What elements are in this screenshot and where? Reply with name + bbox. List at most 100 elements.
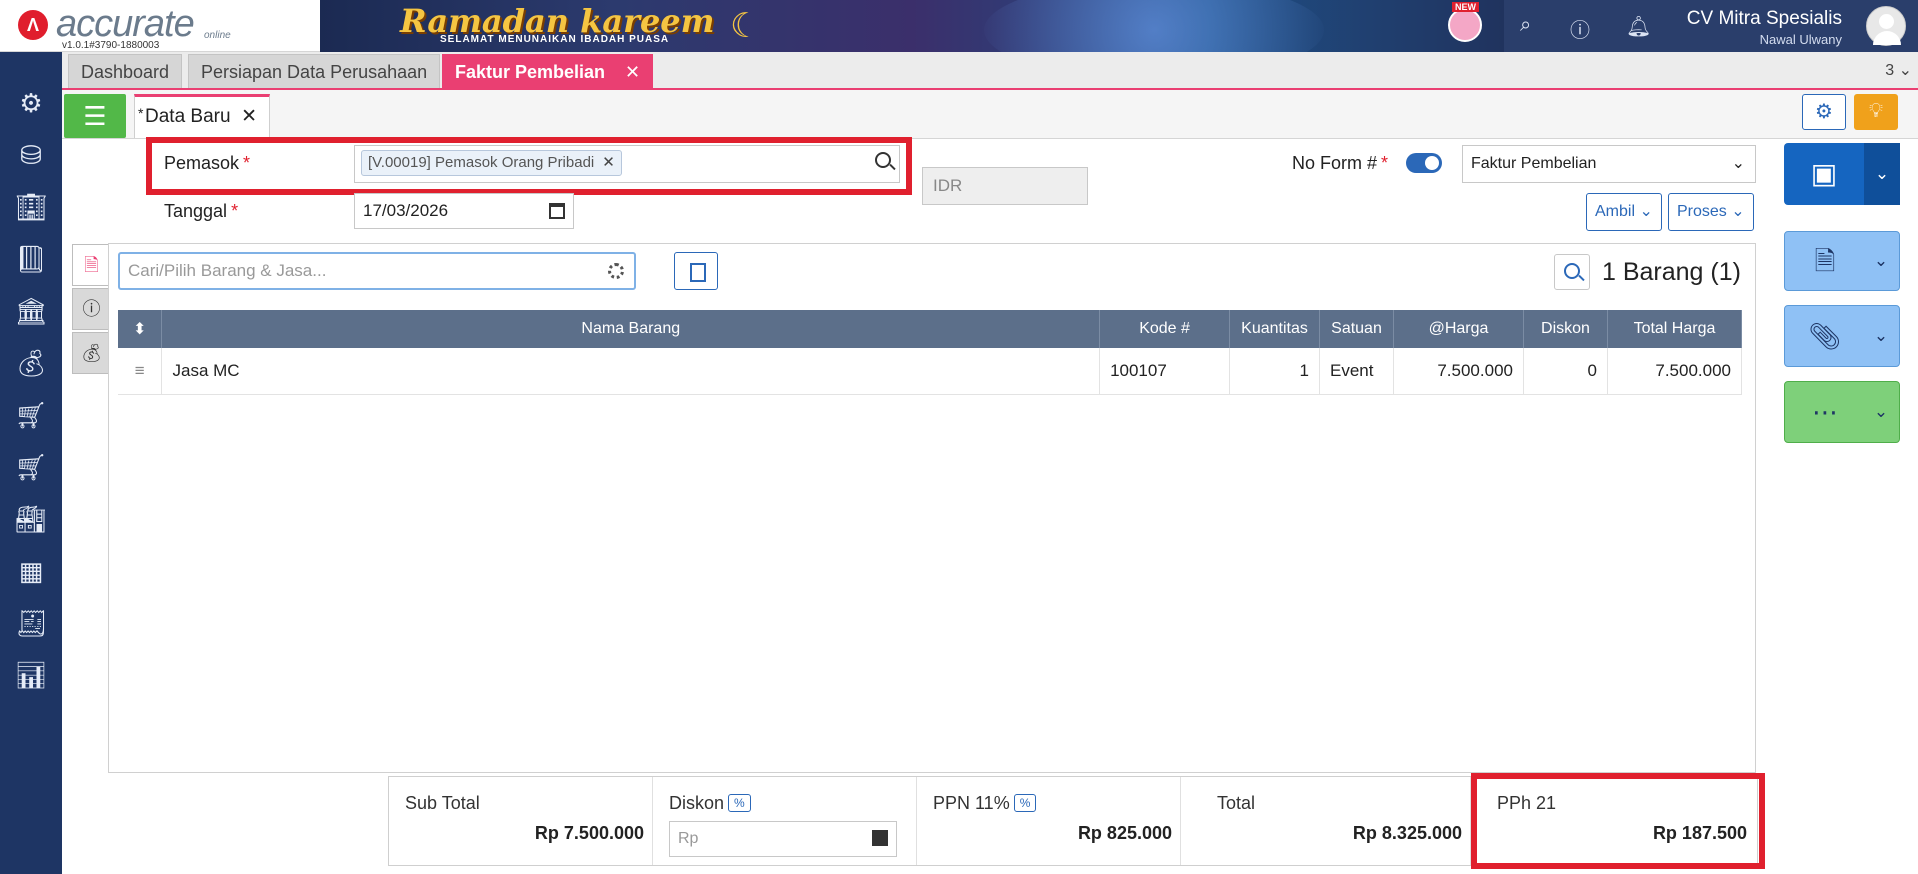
delivery-cart-icon[interactable]: 🛒︎ xyxy=(14,450,48,484)
ambil-button[interactable]: Ambil ⌄ xyxy=(1586,193,1662,231)
date-input[interactable]: 17/03/2026 xyxy=(354,193,574,229)
cell-unit[interactable]: Event xyxy=(1319,348,1394,395)
col-nama-barang[interactable]: Nama Barang xyxy=(161,310,1101,348)
company-info[interactable]: CV Mitra Spesialis Nawal Ulwany xyxy=(1687,8,1842,47)
chevron-down-icon: ⌄ xyxy=(1731,155,1745,172)
logo-text: accurate xyxy=(56,3,195,45)
header-user-area: ⌕ ⓘ 🔔︎ CV Mitra Spesialis Nawal Ulwany xyxy=(1504,0,1918,52)
warehouse-icon[interactable]: 🏭︎ xyxy=(14,502,48,536)
company-building-icon[interactable]: 🏢︎ xyxy=(14,190,48,224)
tab-items[interactable]: 🗎︎ xyxy=(72,244,110,286)
top-bar: Λ accurate online v1.0.1#3790-1880003 Ra… xyxy=(0,0,1918,52)
col-kode[interactable]: Kode # xyxy=(1099,310,1231,348)
auto-number-toggle[interactable] xyxy=(1406,153,1442,173)
loading-spinner-icon xyxy=(608,263,624,279)
content-area: ☰ * Data Baru ✕ ⚙ 💡︎ Pemasok * [V.00019] … xyxy=(62,90,1918,874)
lightbulb-icon: 💡︎ xyxy=(1869,100,1883,122)
proses-button[interactable]: Proses ⌄ xyxy=(1668,193,1754,231)
attachment-button[interactable]: 📎︎ ⌄ xyxy=(1784,305,1900,367)
subtotal-value: Rp 7.500.000 xyxy=(534,823,644,843)
col-total-harga[interactable]: Total Harga xyxy=(1607,310,1743,348)
item-list-button[interactable] xyxy=(674,252,718,290)
tab-dashboard[interactable]: Dashboard xyxy=(68,54,183,88)
pph-value: Rp 187.500 xyxy=(1652,823,1747,843)
cell-total[interactable]: 7.500.000 xyxy=(1607,348,1743,395)
discount-cell: Diskon% Rp xyxy=(653,777,917,865)
close-subtab-icon[interactable]: ✕ xyxy=(241,97,257,137)
subtotal-label: Sub Total xyxy=(405,793,480,813)
chevron-down-icon[interactable]: ⌄ xyxy=(1863,382,1899,442)
discount-percent-toggle[interactable]: % xyxy=(728,794,751,812)
cell-discount[interactable]: 0 xyxy=(1523,348,1608,395)
bell-icon[interactable]: 🔔︎ xyxy=(1626,14,1651,39)
production-icon[interactable]: ▦ xyxy=(14,554,48,588)
total-value: Rp 8.325.000 xyxy=(1352,823,1462,843)
supplier-chip: [V.00019] Pemasok Orang Pribadi ✕ xyxy=(361,150,622,176)
tab-cost[interactable]: 💰︎ xyxy=(72,332,110,374)
sort-handle-header[interactable]: ⬍ xyxy=(118,310,163,348)
tab-faktur-pembelian[interactable]: Faktur Pembelian ✕ xyxy=(442,54,654,88)
settings-button[interactable]: ⚙ xyxy=(1802,94,1846,130)
inventory-icon[interactable]: ⛁ xyxy=(14,138,48,172)
save-button[interactable]: ▣ ⌄ xyxy=(1784,143,1900,205)
form-type-select[interactable]: Faktur Pembelian ⌄ xyxy=(1462,145,1756,183)
col-satuan[interactable]: Satuan xyxy=(1319,310,1394,348)
help-icon[interactable]: ⓘ xyxy=(1570,14,1590,43)
purchase-cart-icon[interactable]: 🛒︎ xyxy=(14,398,48,432)
chevron-down-icon[interactable]: ⌄ xyxy=(1863,232,1899,290)
cell-price[interactable]: 7.500.000 xyxy=(1393,348,1524,395)
cell-qty[interactable]: 1 xyxy=(1229,348,1321,395)
col-diskon[interactable]: Diskon xyxy=(1523,310,1608,348)
ledger-book-icon[interactable]: 📕︎ xyxy=(14,242,48,276)
tax-icon[interactable]: 🧾︎ xyxy=(14,606,48,640)
cell-name[interactable]: Jasa MC xyxy=(161,348,1101,395)
calculator-icon[interactable] xyxy=(872,830,888,846)
chevron-down-icon[interactable]: ⌄ xyxy=(1863,306,1899,366)
app-logo[interactable]: Λ accurate online v1.0.1#3790-1880003 xyxy=(14,3,231,51)
table-row[interactable]: ≡ Jasa MC 100107 1 Event 7.500.000 0 7.5… xyxy=(118,348,1743,395)
sidebar: ⚙ ⛁ 🏢︎ 📕︎ 🏛︎ 💰︎ 🛒︎ 🛒︎ 🏭︎ ▦ 🧾︎ 📊︎ xyxy=(0,52,62,874)
ppn-percent-toggle[interactable]: % xyxy=(1013,794,1037,812)
document-button[interactable]: 🗎︎ ⌄ xyxy=(1784,231,1900,291)
tips-button[interactable]: 💡︎ xyxy=(1854,94,1898,130)
table-header-row: ⬍ Nama Barang Kode # Kuantitas Satuan @H… xyxy=(118,310,1743,348)
new-badge: NEW xyxy=(1452,2,1479,12)
user-name: Nawal Ulwany xyxy=(1759,32,1842,47)
ppn-label: PPN 11%% xyxy=(933,793,1037,814)
chevron-down-icon[interactable]: ⌄ xyxy=(1864,143,1900,205)
tab-info[interactable]: ⓘ xyxy=(72,288,110,330)
tab-count[interactable]: 3 ⌄ xyxy=(1885,60,1912,80)
settings-gear-icon[interactable]: ⚙ xyxy=(14,86,48,120)
calendar-icon[interactable] xyxy=(549,203,565,219)
reports-icon[interactable]: 📊︎ xyxy=(14,658,48,692)
pph-label: PPh 21 xyxy=(1497,793,1557,813)
sales-money-bag-icon[interactable]: 💰︎ xyxy=(14,346,48,380)
bank-icon[interactable]: 🏛︎ xyxy=(14,294,48,328)
remove-supplier-icon[interactable]: ✕ xyxy=(602,154,615,171)
new-feature-icon[interactable]: NEW xyxy=(1448,2,1482,42)
tab-persiapan-data[interactable]: Persiapan Data Perusahaan xyxy=(188,54,441,88)
search-icon[interactable]: ⌕ xyxy=(1520,14,1531,37)
discount-input[interactable]: Rp xyxy=(669,821,897,857)
col-harga[interactable]: @Harga xyxy=(1393,310,1524,348)
search-icon[interactable] xyxy=(875,152,891,168)
totals-bar: Sub Total Rp 7.500.000 Diskon% Rp PPN 11… xyxy=(388,773,1765,869)
gear-icon: ⚙ xyxy=(1815,101,1833,123)
list-view-button[interactable]: ☰ xyxy=(64,94,126,138)
item-search-button[interactable] xyxy=(1554,254,1590,290)
banner-subtitle: SELAMAT MENUNAIKAN IBADAH PUASA xyxy=(440,34,670,45)
items-table: ⬍ Nama Barang Kode # Kuantitas Satuan @H… xyxy=(118,310,1743,395)
col-kuantitas[interactable]: Kuantitas xyxy=(1229,310,1321,348)
cell-code[interactable]: 100107 xyxy=(1099,348,1231,395)
document-icon: 🗎︎ xyxy=(84,255,99,275)
drag-handle-icon[interactable]: ≡ xyxy=(118,348,163,395)
avatar[interactable] xyxy=(1866,6,1906,46)
info-icon: ⓘ xyxy=(82,299,101,319)
item-search-input[interactable]: Cari/Pilih Barang & Jasa... xyxy=(118,252,636,290)
more-actions-button[interactable]: ⋯ ⌄ xyxy=(1784,381,1900,443)
total-label: Total xyxy=(1217,793,1256,813)
supplier-label: Pemasok * xyxy=(164,153,251,173)
subtab-data-baru[interactable]: * Data Baru ✕ xyxy=(134,94,270,138)
close-tab-icon[interactable]: ✕ xyxy=(625,62,640,82)
supplier-input[interactable]: [V.00019] Pemasok Orang Pribadi ✕ xyxy=(354,145,900,183)
